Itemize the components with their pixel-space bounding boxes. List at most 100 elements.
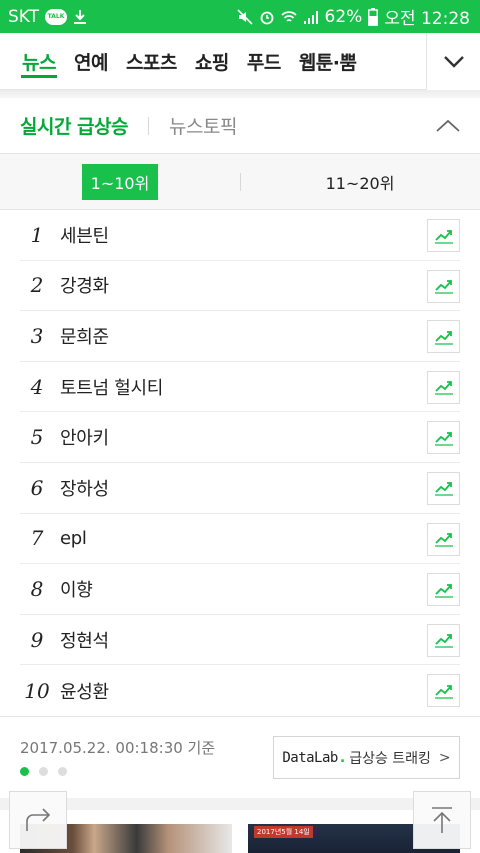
rank-keyword[interactable]: epl xyxy=(60,528,87,549)
section-separator xyxy=(0,798,480,810)
updated-timestamp: 2017.05.22. 00:18:30 기준 xyxy=(20,739,216,757)
rank-item[interactable]: 4 토트넘 헐시티 xyxy=(20,362,460,413)
status-bar: SKT TALK 62% 오전 12:28 xyxy=(0,0,480,33)
rank-item[interactable]: 3 문희준 xyxy=(20,311,460,362)
nav-divider xyxy=(0,90,480,98)
rank-keyword[interactable]: 문희준 xyxy=(60,323,109,349)
carrier-label: SKT xyxy=(8,6,40,27)
scroll-top-button[interactable] xyxy=(413,791,471,849)
tab-rank-1-10[interactable]: 1~10위 xyxy=(0,154,240,210)
trending-header: 실시간 급상승 뉴스토픽 xyxy=(0,98,480,154)
trend-chart-icon xyxy=(434,533,453,547)
mute-icon xyxy=(236,8,253,25)
rank-keyword[interactable]: 안아키 xyxy=(60,424,109,450)
tab-news-topic[interactable]: 뉴스토픽 xyxy=(169,112,237,139)
trend-chart-button[interactable] xyxy=(427,674,460,708)
clock: 오전 12:28 xyxy=(384,9,470,29)
battery-percent: 62% xyxy=(324,6,363,27)
signal-icon xyxy=(303,9,319,25)
category-tabs: 뉴스 연예 스포츠 쇼핑 푸드 웹툰·뿜 xyxy=(0,33,426,90)
datalab-dot: . xyxy=(339,749,346,766)
rank-item[interactable]: 6 장하성 xyxy=(20,463,460,514)
trend-chart-button[interactable] xyxy=(427,269,460,303)
trending-footer: 2017.05.22. 00:18:30 기준 DataLab . 급상승 트래… xyxy=(0,716,480,798)
tab-webtoon[interactable]: 웹툰·뿜 xyxy=(299,33,357,90)
trend-chart-button[interactable] xyxy=(427,421,460,455)
alarm-icon xyxy=(259,9,275,25)
rank-number: 1 xyxy=(30,222,44,247)
datalab-label: 급상승 트래킹 xyxy=(349,750,431,767)
rank-number: 9 xyxy=(30,627,44,652)
page-dot[interactable] xyxy=(39,767,48,776)
rank-item[interactable]: 9 정현석 xyxy=(20,615,460,666)
rank-item[interactable]: 7 epl xyxy=(20,514,460,565)
expand-categories-button[interactable] xyxy=(426,33,480,90)
tab-shopping[interactable]: 쇼핑 xyxy=(195,33,229,90)
rank-keyword[interactable]: 강경화 xyxy=(60,272,109,298)
rank-number: 4 xyxy=(30,374,44,399)
trend-chart-icon xyxy=(434,583,453,598)
rank-number: 7 xyxy=(30,526,44,551)
header-divider xyxy=(148,116,149,135)
page-dot[interactable] xyxy=(58,767,67,776)
chevron-right-icon: > xyxy=(438,749,451,766)
trend-chart-button[interactable] xyxy=(427,623,460,657)
trend-chart-button[interactable] xyxy=(427,320,460,354)
tab-news[interactable]: 뉴스 xyxy=(21,33,57,90)
news-thumbnails: 2017년5월 14일 xyxy=(0,810,480,853)
tab-food[interactable]: 푸드 xyxy=(247,33,281,90)
rank-item[interactable]: 8 이향 xyxy=(20,564,460,615)
chevron-up-icon xyxy=(436,119,460,132)
share-button[interactable] xyxy=(9,791,67,849)
rank-keyword[interactable]: 이향 xyxy=(60,576,93,602)
category-nav: 뉴스 연예 스포츠 쇼핑 푸드 웹툰·뿜 xyxy=(0,33,480,90)
download-icon xyxy=(73,9,87,25)
rank-keyword[interactable]: 정현석 xyxy=(60,627,109,653)
arrow-up-icon xyxy=(432,807,452,833)
rank-item[interactable]: 5 안아키 xyxy=(20,412,460,463)
rank-list: 1 세븐틴 2 강경화 3 문희준 4 토트넘 헐시티 5 안아키 6 장하성 … xyxy=(20,210,460,716)
wifi-icon xyxy=(280,9,297,25)
kakaotalk-icon: TALK xyxy=(45,8,68,25)
datalab-logo: DataLab xyxy=(282,749,338,766)
rank-keyword[interactable]: 장하성 xyxy=(60,475,109,501)
rank-keyword[interactable]: 세븐틴 xyxy=(60,222,109,248)
tab-rank-1-10-label: 1~10위 xyxy=(81,164,159,200)
tab-rank-11-20[interactable]: 11~20위 xyxy=(240,154,480,210)
trend-chart-icon xyxy=(434,431,453,446)
page-indicator xyxy=(20,767,67,776)
trend-chart-button[interactable] xyxy=(427,370,460,404)
rank-number: 8 xyxy=(30,576,44,601)
trend-chart-button[interactable] xyxy=(427,471,460,505)
trend-chart-icon xyxy=(434,381,453,395)
trend-chart-button[interactable] xyxy=(427,522,460,556)
rank-number: 3 xyxy=(30,323,44,348)
tab-realtime-rising[interactable]: 실시간 급상승 xyxy=(20,112,129,139)
chevron-down-icon xyxy=(443,55,464,68)
trend-chart-icon xyxy=(434,482,453,497)
trend-chart-icon xyxy=(434,634,453,648)
rank-item[interactable]: 1 세븐틴 xyxy=(20,210,460,261)
battery-icon xyxy=(368,7,379,26)
rank-number: 5 xyxy=(30,425,44,450)
trend-chart-icon xyxy=(434,229,453,244)
trend-chart-button[interactable] xyxy=(427,219,460,252)
rank-number: 2 xyxy=(30,273,44,298)
rank-range-tabs: 1~10위 11~20위 xyxy=(0,154,480,210)
rank-item[interactable]: 10 윤성환 xyxy=(20,665,460,716)
page-dot-active[interactable] xyxy=(20,767,29,776)
share-icon xyxy=(26,808,51,831)
collapse-button[interactable] xyxy=(434,112,462,140)
trend-chart-icon xyxy=(434,280,453,294)
rank-keyword[interactable]: 윤성환 xyxy=(60,678,109,704)
rank-keyword[interactable]: 토트넘 헐시티 xyxy=(60,374,163,400)
tab-sports[interactable]: 스포츠 xyxy=(126,33,177,90)
rank-item[interactable]: 2 강경화 xyxy=(20,261,460,312)
trend-chart-button[interactable] xyxy=(427,573,460,607)
datalab-tracking-button[interactable]: DataLab . 급상승 트래킹 > xyxy=(273,736,460,779)
tab-entertainment[interactable]: 연예 xyxy=(74,33,108,90)
trend-chart-icon xyxy=(434,684,453,699)
rank-number: 10 xyxy=(24,678,50,703)
thumbnail-caption: 2017년5월 14일 xyxy=(254,826,313,838)
trend-chart-icon xyxy=(434,330,453,345)
